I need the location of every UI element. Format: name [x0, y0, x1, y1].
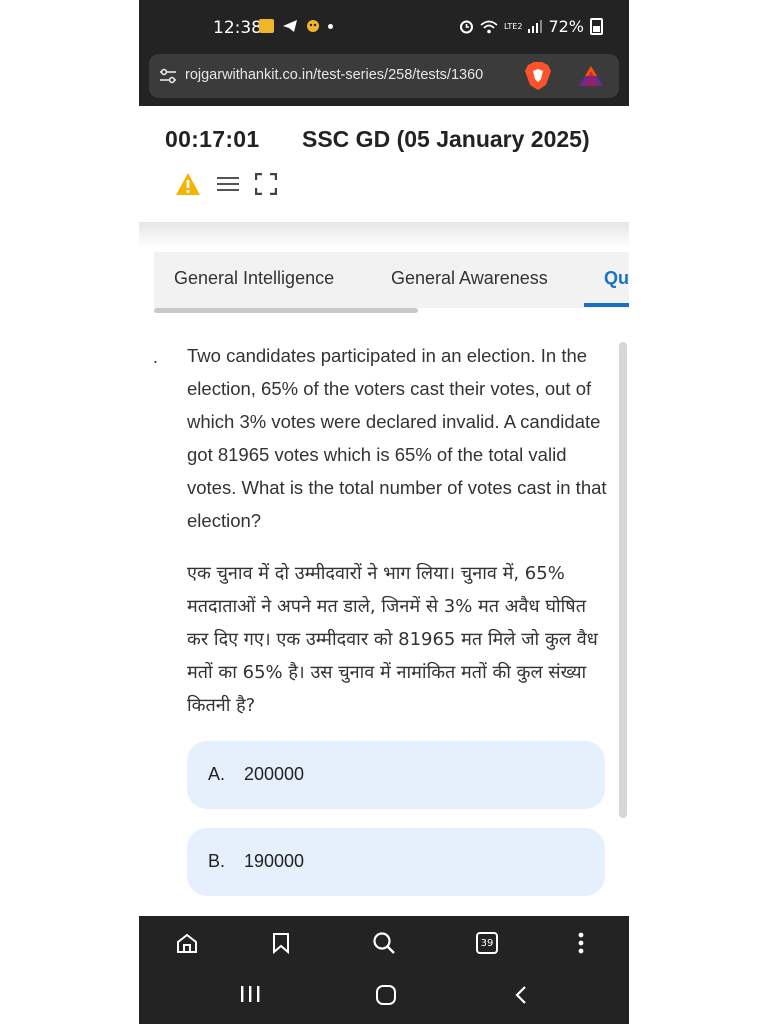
- browser-bottom-bar: 39: [139, 916, 629, 970]
- header-divider: [139, 222, 629, 248]
- tab-quantitative[interactable]: Qu: [604, 268, 629, 289]
- tabs-scrollbar[interactable]: [154, 308, 418, 313]
- site-settings-icon[interactable]: [159, 68, 177, 84]
- battery-percent: 72%: [548, 17, 584, 36]
- status-bar: 12:38 LTE2 72%: [139, 0, 629, 54]
- bookmark-icon: [273, 933, 289, 954]
- search-icon: [373, 932, 395, 954]
- question-bullet: .: [153, 347, 159, 367]
- section-tabs: General Intelligence General Awareness Q…: [154, 252, 629, 308]
- tabs-button[interactable]: 39: [473, 929, 501, 957]
- option-a[interactable]: A. 200000: [187, 741, 605, 809]
- menu-icon[interactable]: [216, 174, 240, 194]
- wifi-icon: [480, 20, 498, 33]
- tab-general-awareness[interactable]: General Awareness: [391, 268, 548, 289]
- game-icon: [307, 20, 319, 32]
- tab-general-intelligence[interactable]: General Intelligence: [174, 268, 334, 289]
- recents-icon[interactable]: [239, 984, 261, 1004]
- search-button[interactable]: [370, 929, 398, 957]
- telegram-icon: [283, 20, 297, 32]
- url-text[interactable]: rojgarwithankit.co.in/test-series/258/te…: [185, 67, 515, 83]
- alarm-icon: [460, 20, 474, 34]
- battery-icon: [590, 18, 603, 35]
- question-text-hindi: एक चुनाव में दो उम्मीदवारों ने भाग लिया।…: [187, 563, 598, 716]
- message-icon: [259, 19, 274, 33]
- more-button[interactable]: [567, 929, 595, 957]
- fullscreen-icon[interactable]: [255, 173, 277, 195]
- header-actions: [175, 172, 277, 196]
- network-label: LTE2: [504, 22, 523, 31]
- content-scrollbar[interactable]: [619, 342, 627, 818]
- active-tab-indicator: [584, 303, 629, 307]
- test-title: SSC GD (05 January 2025): [302, 126, 590, 152]
- bookmark-button[interactable]: [267, 929, 295, 957]
- option-b[interactable]: B. 190000: [187, 828, 605, 896]
- option-value: 190000: [244, 851, 305, 871]
- phone-screen: 12:38 LTE2 72% rojgarwithankit.co.in/tes…: [139, 0, 629, 1024]
- question-text-english: Two candidates participated in an electi…: [187, 345, 607, 531]
- home-icon: [177, 933, 197, 953]
- more-vertical-icon: [578, 932, 584, 954]
- brave-rewards-icon[interactable]: [577, 64, 605, 88]
- brave-shields-icon[interactable]: [524, 61, 552, 91]
- test-timer: 00:17:01: [165, 126, 260, 152]
- home-nav-icon[interactable]: [375, 984, 397, 1006]
- option-letter: B.: [208, 851, 226, 871]
- address-bar[interactable]: rojgarwithankit.co.in/test-series/258/te…: [149, 54, 619, 98]
- notification-icons: [259, 19, 333, 33]
- tabs-count: 39: [476, 932, 498, 954]
- status-time: 12:38: [213, 18, 262, 38]
- home-button[interactable]: [173, 929, 201, 957]
- system-navigation-bar: [139, 970, 629, 1024]
- warning-icon[interactable]: [175, 172, 201, 196]
- more-notifications-dot: [328, 23, 333, 29]
- status-right: LTE2 72%: [459, 17, 603, 36]
- back-icon[interactable]: [513, 984, 529, 1006]
- browser-toolbar: rojgarwithankit.co.in/test-series/258/te…: [139, 54, 629, 106]
- signal-icon: [528, 20, 543, 33]
- option-letter: A.: [208, 764, 226, 784]
- option-value: 200000: [244, 764, 305, 784]
